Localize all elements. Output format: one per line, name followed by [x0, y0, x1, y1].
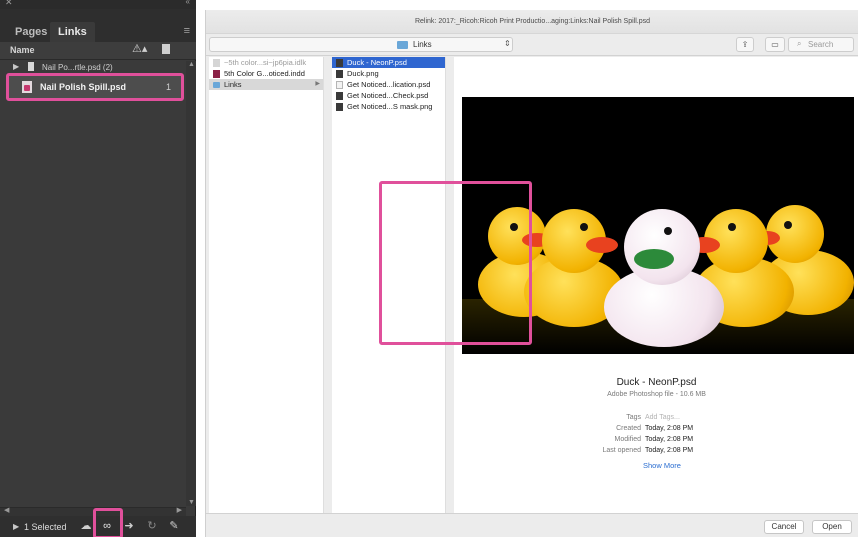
file-item[interactable]: Get Noticed...Check.psd	[332, 90, 445, 101]
selection-count: 1 Selected	[24, 522, 67, 532]
image-file-icon	[336, 103, 343, 111]
disclosure-triangle-icon[interactable]: ▶	[13, 62, 19, 71]
folder-icon	[397, 41, 408, 49]
file-metadata: Tags Add Tags... Created Today, 2:08 PM …	[454, 414, 858, 458]
file-item-label: 5th Color G...oticed.indd	[224, 69, 305, 78]
metadata-row-created: Created Today, 2:08 PM	[454, 425, 858, 436]
tag-button[interactable]: ▭	[765, 37, 785, 52]
dialog-title: Relink: 2017:_Ricoh:Ricoh Print Producti…	[206, 10, 858, 34]
scroll-down-icon[interactable]: ▼	[188, 499, 195, 506]
file-item[interactable]: 5th Color G...oticed.indd	[209, 68, 323, 79]
indd-file-icon	[213, 70, 220, 78]
file-item[interactable]: Get Noticed...lication.psd	[332, 79, 445, 90]
page-sort-icon[interactable]	[162, 44, 170, 54]
psd-file-icon	[22, 81, 32, 93]
file-item[interactable]: ~5th color...si~jp6pia.idlk	[209, 57, 323, 68]
vertical-scrollbar[interactable]: ▲ ▼	[186, 61, 196, 506]
lock-file-icon	[213, 59, 220, 67]
tab-links[interactable]: Links	[50, 22, 95, 42]
link-row-selected[interactable]: Nail Polish Spill.psd 1	[6, 73, 184, 101]
scroll-up-icon[interactable]: ▲	[188, 61, 195, 68]
metadata-row-last-opened: Last opened Today, 2:08 PM	[454, 447, 858, 458]
go-to-link-icon[interactable]: ➜	[121, 519, 137, 533]
chevron-updown-icon: ⇕	[504, 39, 511, 48]
tag-icon: ▭	[771, 40, 779, 49]
edit-original-icon[interactable]: ✎	[166, 519, 182, 533]
search-icon: ⌕	[797, 39, 802, 48]
file-item-label: Get Noticed...S mask.png	[347, 102, 433, 111]
show-info-triangle-icon[interactable]: ▶	[13, 522, 19, 531]
links-panel: ✕ « Pages Links ≡ Name ⚠︎▴ ▶ Nail Po...r…	[0, 0, 196, 537]
location-label: Links	[413, 40, 432, 49]
column-header: Name ⚠︎▴	[0, 42, 196, 60]
dialog-toolbar: Links ⇕ ⇪ ▭ ⌕ Search	[206, 34, 858, 56]
chevron-right-icon: ▶	[315, 81, 320, 87]
image-file-icon	[336, 70, 343, 78]
metadata-value: Today, 2:08 PM	[645, 425, 694, 432]
file-icon	[28, 62, 34, 71]
location-popup[interactable]: Links ⇕	[209, 37, 513, 52]
share-icon: ⇪	[741, 40, 749, 49]
file-item-label: Duck - NeonP.psd	[347, 58, 407, 67]
name-column-header[interactable]: Name	[10, 45, 35, 55]
metadata-value: Today, 2:08 PM	[645, 436, 694, 443]
tab-pages[interactable]: Pages	[7, 22, 55, 42]
relink-highlight	[93, 508, 123, 537]
link-row[interactable]: ▶ Nail Po...rtle.psd (2)	[0, 61, 196, 73]
search-field[interactable]: ⌕ Search	[788, 37, 854, 52]
psd-file-icon	[336, 81, 343, 89]
metadata-key: Modified	[614, 436, 641, 443]
file-item-label: Get Noticed...Check.psd	[347, 91, 429, 100]
dialog-footer: Cancel Open	[206, 513, 858, 537]
panel-tabs: Pages Links ≡	[0, 9, 196, 42]
file-item-label: Duck.png	[347, 69, 379, 78]
open-button[interactable]: Open	[812, 520, 852, 534]
panel-title-bar: ✕ «	[0, 0, 196, 9]
metadata-key: Last opened	[602, 447, 641, 454]
link-name: Nail Po...rtle.psd (2)	[42, 63, 113, 72]
file-item-label: Links	[224, 80, 242, 89]
file-item-label: Get Noticed...lication.psd	[347, 80, 431, 89]
cancel-button[interactable]: Cancel	[764, 520, 804, 534]
warning-sort-icon[interactable]: ⚠︎▴	[132, 42, 147, 55]
update-link-icon[interactable]: ↻	[144, 519, 160, 533]
metadata-key: Tags	[626, 414, 641, 421]
share-button[interactable]: ⇪	[736, 37, 754, 52]
folder-icon	[213, 82, 220, 88]
close-icon[interactable]: ✕	[5, 0, 13, 8]
metadata-row-tags: Tags Add Tags...	[454, 414, 858, 425]
file-item[interactable]: Duck.png	[332, 68, 445, 79]
metadata-key: Created	[616, 425, 641, 432]
search-placeholder: Search	[808, 40, 834, 49]
file-item[interactable]: Get Noticed...S mask.png	[332, 101, 445, 112]
link-name: Nail Polish Spill.psd	[40, 82, 127, 92]
metadata-value: Today, 2:08 PM	[645, 447, 694, 454]
show-more-link[interactable]: Show More	[643, 461, 681, 470]
screen: ✕ « Pages Links ≡ Name ⚠︎▴ ▶ Nail Po...r…	[0, 0, 858, 537]
panel-menu-icon[interactable]: ≡	[184, 25, 190, 37]
cc-libraries-icon[interactable]: ☁	[78, 519, 94, 533]
file-item-label: ~5th color...si~jp6pia.idlk	[224, 58, 307, 67]
preview-file-type: Adobe Photoshop file - 10.6 MB	[607, 391, 706, 398]
preview-file-name: Duck - NeonP.psd	[616, 377, 697, 388]
metadata-row-modified: Modified Today, 2:08 PM	[454, 436, 858, 447]
scroll-left-icon[interactable]: ◀	[4, 506, 9, 514]
link-page-number: 1	[166, 82, 172, 92]
scroll-right-icon[interactable]: ▶	[177, 506, 182, 514]
folder-item-selected[interactable]: Links ▶	[209, 79, 323, 90]
browser-column-1[interactable]: ~5th color...si~jp6pia.idlk 5th Color G.…	[209, 57, 324, 513]
file-info: Duck - NeonP.psd Adobe Photoshop file - …	[454, 377, 858, 398]
file-item-selected[interactable]: Duck - NeonP.psd	[332, 57, 445, 68]
image-file-icon	[336, 92, 343, 100]
image-file-icon	[336, 59, 343, 67]
add-tags-field[interactable]: Add Tags...	[645, 414, 680, 421]
white-duck	[600, 209, 730, 349]
collapse-icon[interactable]: «	[186, 0, 190, 6]
white-duck-highlight	[379, 181, 532, 345]
